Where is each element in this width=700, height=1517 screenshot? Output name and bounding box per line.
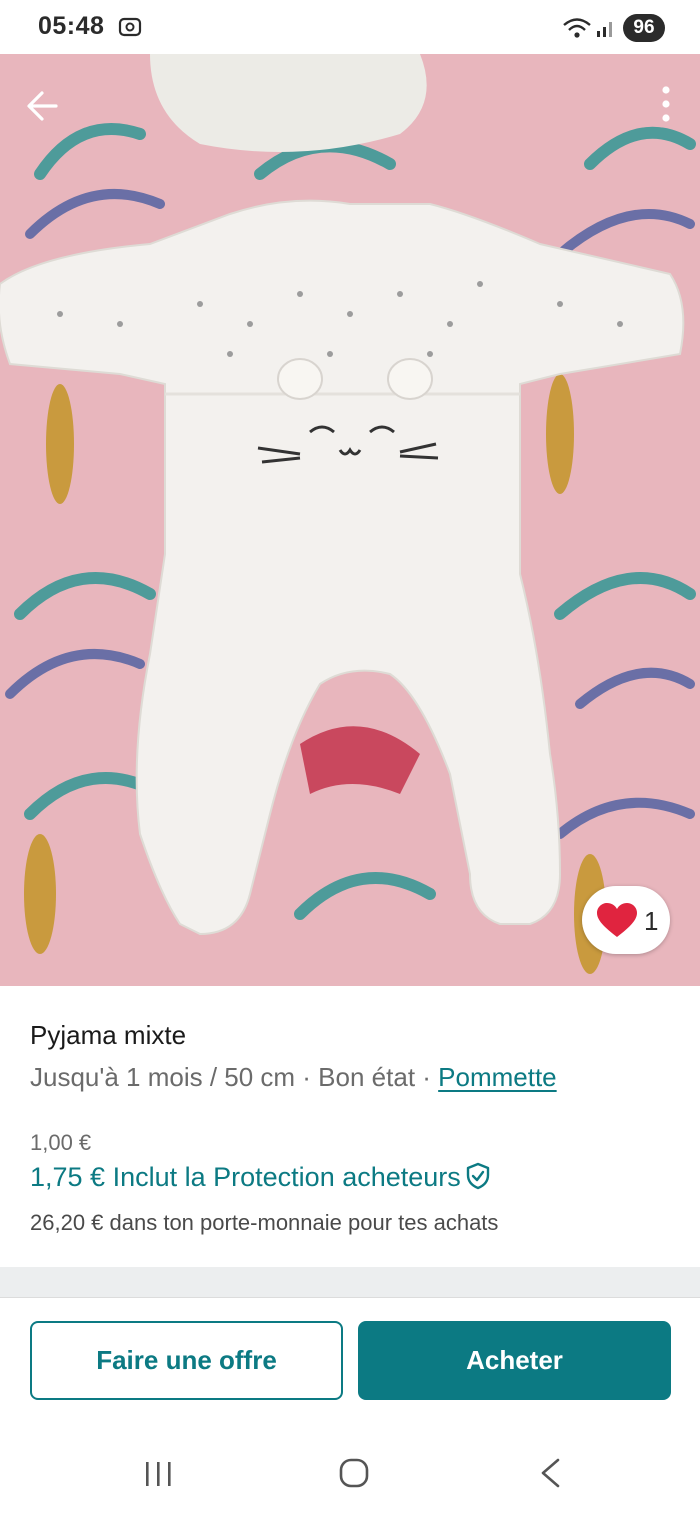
favorite-button[interactable]: 1: [582, 886, 670, 954]
heart-icon: [597, 903, 637, 937]
price-total-value: 1,75 €: [30, 1162, 106, 1192]
back-arrow-icon[interactable]: [22, 86, 62, 126]
price: 1,00 €: [30, 1130, 92, 1155]
section-divider: [0, 1267, 700, 1297]
battery-indicator: 96: [623, 14, 665, 42]
back-icon[interactable]: [538, 1457, 562, 1489]
status-time: 05:48: [38, 12, 105, 40]
status-bar: 05:48 96: [0, 0, 700, 54]
more-vertical-icon[interactable]: [660, 84, 672, 124]
recent-apps-icon[interactable]: [144, 1460, 174, 1488]
signal-icon: [597, 22, 612, 37]
product-meta: Jusqu'à 1 mois / 50 cm · Bon état · Pomm…: [30, 1062, 557, 1093]
wifi-icon: [563, 18, 591, 38]
make-offer-button[interactable]: Faire une offre: [30, 1321, 343, 1400]
screenshot-icon: [118, 17, 142, 37]
buy-button[interactable]: Acheter: [358, 1321, 671, 1400]
product-image: [0, 54, 700, 986]
wallet-note: 26,20 € dans ton porte-monnaie pour tes …: [30, 1210, 499, 1235]
price-with-protection[interactable]: 1,75 € Inclut la Protection acheteurs: [30, 1162, 491, 1193]
shield-check-icon: [466, 1162, 489, 1190]
favorite-count: 1: [644, 906, 659, 936]
product-photo[interactable]: 1: [0, 54, 700, 986]
protection-label: Inclut la Protection acheteurs: [112, 1162, 461, 1192]
system-nav-bar: [0, 1420, 700, 1517]
product-meta-text: Jusqu'à 1 mois / 50 cm · Bon état ·: [30, 1062, 439, 1092]
brand-link[interactable]: Pommette: [438, 1062, 557, 1092]
product-title: Pyjama mixte: [30, 1020, 187, 1050]
home-icon[interactable]: [338, 1457, 370, 1489]
divider-line: [0, 1297, 700, 1298]
